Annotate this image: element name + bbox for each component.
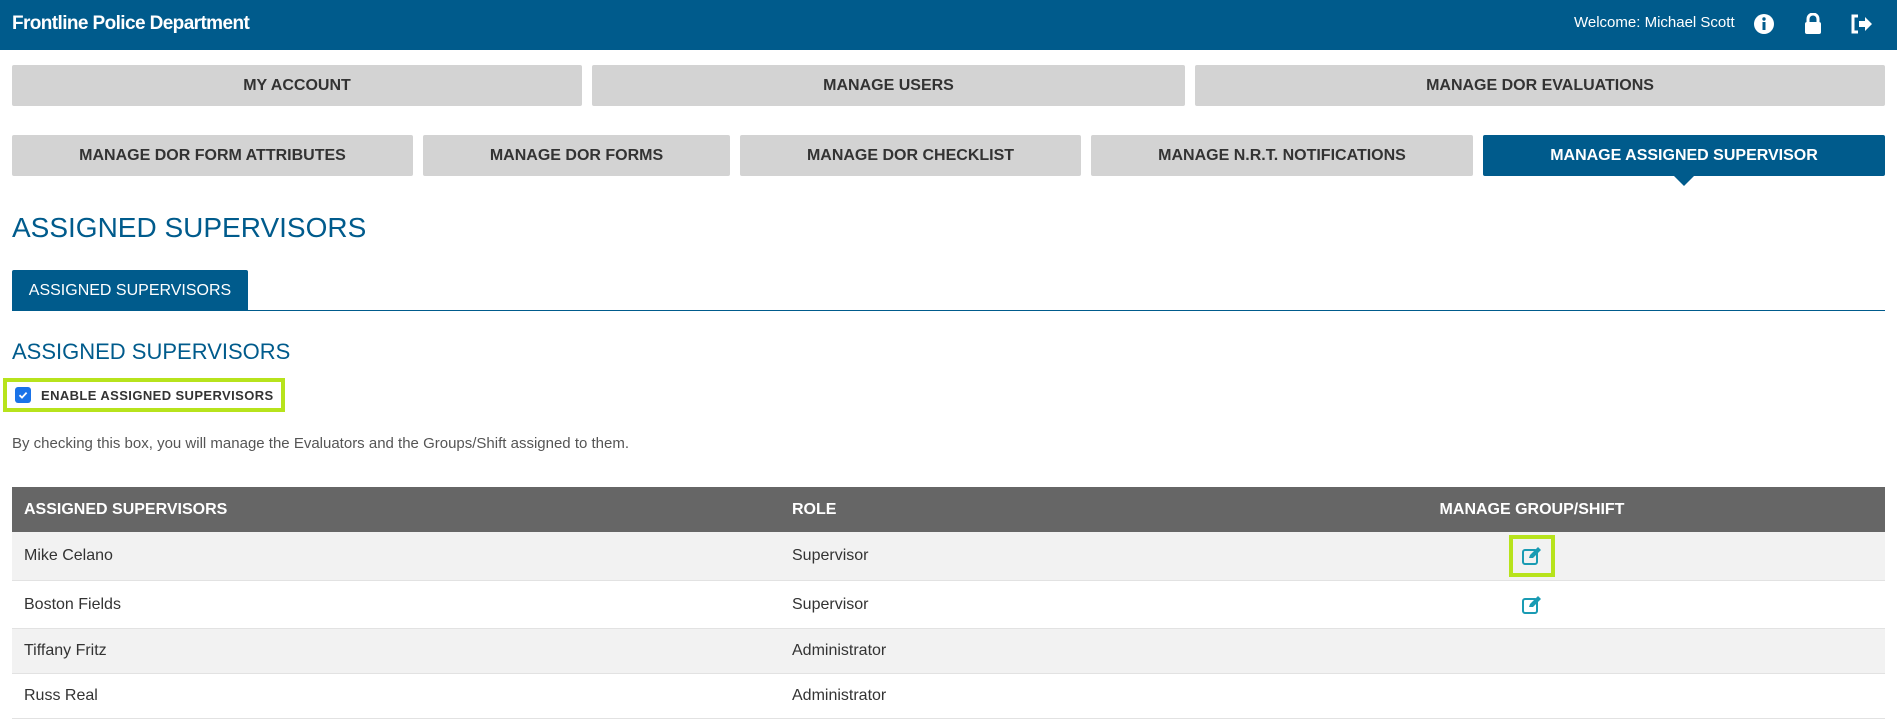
description-text: By checking this box, you will manage th…: [12, 435, 630, 452]
column-header-manage-group-shift: MANAGE GROUP/SHIFT: [1439, 500, 1625, 518]
section-title: ASSIGNED SUPERVISORS: [12, 339, 291, 364]
enable-assigned-supervisors-label: ENABLE ASSIGNED SUPERVISORS: [41, 387, 274, 403]
supervisors-table: ASSIGNED SUPERVISORS ROLE MANAGE GROUP/S…: [12, 487, 1885, 719]
table-header: ASSIGNED SUPERVISORS ROLE MANAGE GROUP/S…: [12, 487, 1885, 532]
top-bar: Frontline Police Department Welcome: Mic…: [0, 0, 1897, 50]
nav-my-account[interactable]: MY ACCOUNT: [12, 65, 582, 106]
welcome-text: Welcome: Michael Scott: [1574, 14, 1735, 31]
table-row: Russ Real Administrator: [12, 674, 1885, 719]
nav-manage-assigned-supervisor[interactable]: MANAGE ASSIGNED SUPERVISOR: [1483, 135, 1885, 186]
edit-icon: [1522, 595, 1541, 614]
table-row: Boston Fields Supervisor: [12, 581, 1885, 629]
supervisor-role: Supervisor: [792, 595, 869, 613]
nav-manage-dor-form-attributes[interactable]: MANAGE DOR FORM ATTRIBUTES: [12, 135, 413, 176]
supervisor-role: Supervisor: [792, 547, 869, 564]
supervisor-role: Administrator: [792, 687, 887, 704]
nav-manage-dor-checklist[interactable]: MANAGE DOR CHECKLIST: [740, 135, 1081, 176]
tab-divider: [12, 310, 1885, 311]
lock-icon[interactable]: [1800, 11, 1826, 37]
edit-group-shift-button[interactable]: [1509, 535, 1555, 577]
supervisor-name: Tiffany Fritz: [24, 642, 107, 659]
logout-icon[interactable]: [1849, 11, 1875, 37]
supervisor-name: Russ Real: [24, 687, 98, 704]
enable-assigned-supervisors-checkbox[interactable]: ENABLE ASSIGNED SUPERVISORS: [3, 378, 285, 412]
info-icon[interactable]: [1751, 11, 1777, 37]
edit-icon: [1522, 547, 1541, 565]
page-title: ASSIGNED SUPERVISORS: [12, 212, 367, 243]
supervisor-name: Mike Celano: [24, 547, 113, 564]
brand-title: Frontline Police Department: [12, 13, 250, 34]
tab-assigned-supervisors[interactable]: ASSIGNED SUPERVISORS: [12, 270, 248, 311]
column-header-role: ROLE: [792, 500, 837, 518]
supervisor-name: Boston Fields: [24, 595, 121, 613]
edit-group-shift-button[interactable]: [1509, 584, 1555, 626]
supervisor-role: Administrator: [792, 642, 887, 659]
table-row: Tiffany Fritz Administrator: [12, 629, 1885, 674]
table-row: Mike Celano Supervisor: [12, 532, 1885, 581]
nav-manage-nrt-notifications[interactable]: MANAGE N.R.T. NOTIFICATIONS: [1091, 135, 1473, 176]
checkbox-checked-icon[interactable]: [15, 387, 31, 403]
column-header-assigned-supervisors: ASSIGNED SUPERVISORS: [24, 500, 228, 518]
nav-manage-dor-forms[interactable]: MANAGE DOR FORMS: [423, 135, 730, 176]
nav-manage-dor-evaluations[interactable]: MANAGE DOR EVALUATIONS: [1195, 65, 1885, 106]
nav-manage-users[interactable]: MANAGE USERS: [592, 65, 1185, 106]
